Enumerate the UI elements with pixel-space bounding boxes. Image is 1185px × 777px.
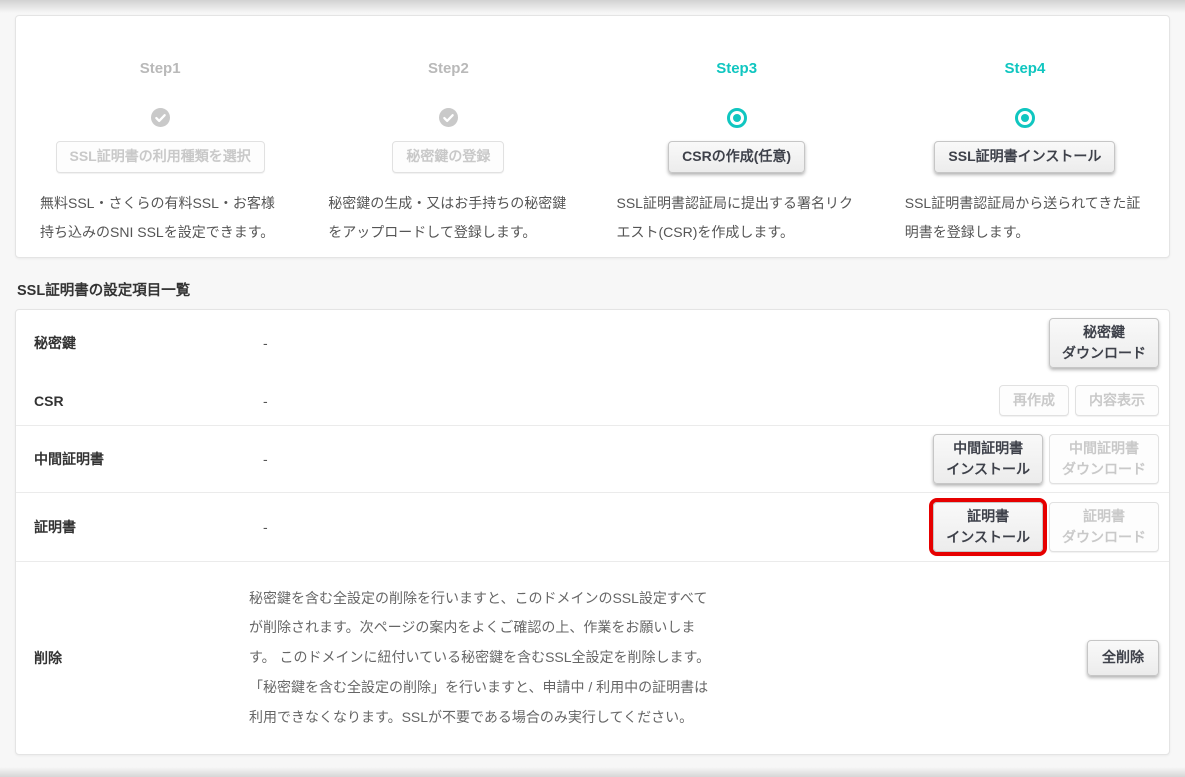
check-circle-icon — [151, 108, 170, 127]
radio-current-icon — [727, 108, 747, 128]
radio-current-icon — [1015, 108, 1035, 128]
create-csr-button[interactable]: CSRの作成(任意) — [668, 141, 805, 173]
table-row-certificate: 証明書 - 証明書インストール 証明書ダウンロード — [16, 493, 1169, 562]
step-1-description: 無料SSL・さくらの有料SSL・お客様持ち込みのSNI SSLを設定できます。 — [40, 189, 280, 248]
step-1: Step1 SSL証明書の利用種類を選択 無料SSL・さくらの有料SSL・お客様… — [16, 16, 304, 257]
step-3: Step3 CSRの作成(任意) SSL証明書認証局に提出する署名リクエスト(C… — [593, 16, 881, 257]
table-row-intermediate-cert: 中間証明書 - 中間証明書インストール 中間証明書ダウンロード — [16, 426, 1169, 493]
step-2-title: Step2 — [328, 60, 568, 77]
install-ssl-cert-button[interactable]: SSL証明書インストール — [934, 141, 1115, 173]
table-row-private-key: 秘密鍵 - 秘密鍵ダウンロード — [16, 310, 1169, 376]
csr-view-button[interactable]: 内容表示 — [1075, 385, 1159, 417]
check-circle-icon — [439, 108, 458, 127]
ssl-steps-card: Step1 SSL証明書の利用種類を選択 無料SSL・さくらの有料SSL・お客様… — [15, 15, 1170, 258]
intermediate-cert-download-button[interactable]: 中間証明書ダウンロード — [1049, 434, 1159, 484]
row-value: - — [263, 393, 999, 409]
csr-recreate-button[interactable]: 再作成 — [999, 385, 1069, 417]
intermediate-cert-install-button[interactable]: 中間証明書インストール — [933, 434, 1043, 484]
select-ssl-type-button[interactable]: SSL証明書の利用種類を選択 — [56, 141, 265, 173]
register-private-key-button[interactable]: 秘密鍵の登録 — [392, 141, 504, 173]
row-value: - — [263, 335, 1049, 351]
row-label: 削除 — [34, 648, 249, 668]
step-2-description: 秘密鍵の生成・又はお手持ちの秘密鍵をアップロードして登録します。 — [328, 189, 568, 248]
row-value: - — [263, 519, 933, 535]
table-row-csr: CSR - 再作成 内容表示 — [16, 376, 1169, 426]
step-2: Step2 秘密鍵の登録 秘密鍵の生成・又はお手持ちの秘密鍵をアップロードして登… — [304, 16, 592, 257]
cert-install-button[interactable]: 証明書インストール — [933, 502, 1043, 552]
row-label: CSR — [34, 393, 263, 409]
step-4-description: SSL証明書認証局から送られてきた証明書を登録します。 — [905, 189, 1145, 248]
delete-description: 秘密鍵を含む全設定の削除を行いますと、このドメインのSSL設定すべてが削除されま… — [249, 584, 714, 732]
ssl-settings-table: 秘密鍵 - 秘密鍵ダウンロード CSR - 再作成 内容表示 中間証明書 - 中… — [15, 309, 1170, 755]
row-value: - — [263, 451, 933, 467]
step-3-title: Step3 — [617, 60, 857, 77]
step-4-title: Step4 — [905, 60, 1145, 77]
step-4: Step4 SSL証明書インストール SSL証明書認証局から送られてきた証明書を… — [881, 16, 1169, 257]
row-label: 中間証明書 — [34, 449, 263, 469]
delete-all-button[interactable]: 全削除 — [1087, 640, 1159, 676]
private-key-download-button[interactable]: 秘密鍵ダウンロード — [1049, 318, 1159, 368]
table-row-delete: 削除 秘密鍵を含む全設定の削除を行いますと、このドメインのSSL設定すべてが削除… — [16, 562, 1169, 754]
cert-download-button[interactable]: 証明書ダウンロード — [1049, 502, 1159, 552]
bottom-shadow — [0, 767, 1185, 777]
row-label: 秘密鍵 — [34, 333, 263, 353]
settings-section-title: SSL証明書の設定項目一覧 — [17, 279, 190, 300]
step-1-title: Step1 — [40, 60, 280, 77]
top-shadow — [0, 0, 1185, 13]
row-label: 証明書 — [34, 517, 263, 537]
step-3-description: SSL証明書認証局に提出する署名リクエスト(CSR)を作成します。 — [617, 189, 857, 248]
